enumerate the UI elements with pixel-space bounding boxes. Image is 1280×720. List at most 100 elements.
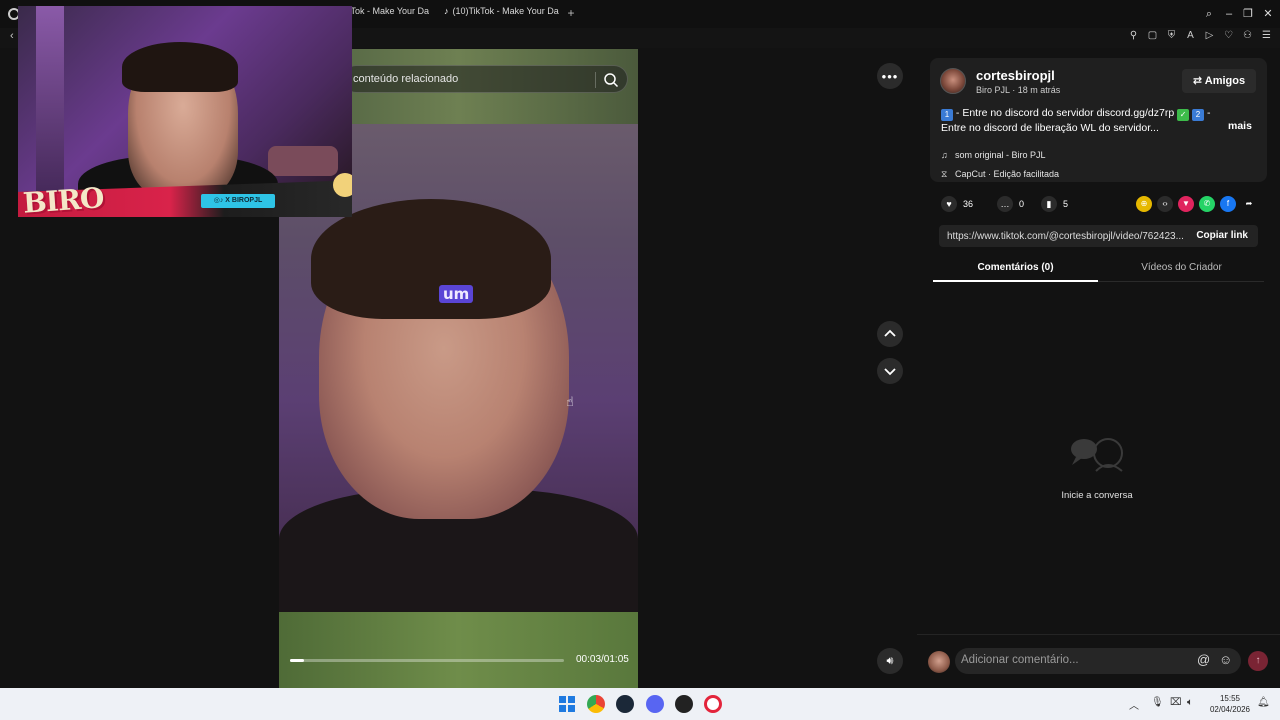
video-link[interactable]: https://www.tiktok.com/@cortesbiropjl/vi… — [947, 231, 1187, 242]
check-mark-icon: ✓ — [1177, 109, 1190, 121]
minimize-icon[interactable]: – — [1221, 6, 1237, 22]
capcut-icon: ⧖ — [941, 169, 948, 179]
comment-icon: … — [997, 196, 1013, 212]
like-action[interactable]: ♥ 36 — [941, 196, 973, 212]
clock[interactable]: 15:55 02/04/2026 — [1205, 693, 1255, 715]
tab-comments[interactable]: Comentários (0) — [933, 262, 1098, 273]
microphone-icon[interactable]: 🎙︎ — [1151, 697, 1164, 708]
video-caption: um — [439, 285, 474, 303]
account-icon[interactable]: ⚇ — [1242, 30, 1253, 41]
bookmark-icon: ▮ — [1041, 196, 1057, 212]
video-progress-bar[interactable] — [290, 659, 564, 662]
windows-start-icon[interactable] — [558, 695, 576, 713]
volume-button[interactable]: 🔊︎ — [877, 648, 903, 674]
tab-creator-videos[interactable]: Vídeos do Criador — [1099, 262, 1264, 273]
webcam-hair — [122, 42, 238, 92]
music-icon: ♫ — [941, 150, 948, 160]
avatar[interactable] — [940, 68, 966, 94]
comment-action[interactable]: … 0 — [997, 196, 1024, 212]
post-description: 1 - Entre no discord do servidor discord… — [941, 106, 1217, 136]
previous-video-button[interactable] — [877, 321, 903, 347]
user-avatar — [928, 651, 950, 673]
clock-date: 02/04/2026 — [1209, 705, 1251, 714]
notification-icon[interactable]: 🔔︎ — [1257, 697, 1270, 708]
empty-state-text: Inicie a conversa — [1061, 490, 1133, 501]
windows-taskbar: ︿ 🎙︎ ⌧ 🔈︎ 15:55 02/04/2026 🔔︎ — [0, 688, 1280, 720]
video-progress-fill — [290, 659, 304, 662]
emoji-icon[interactable]: ☺ — [1219, 652, 1232, 667]
search-bar[interactable]: conteúdo relacionado — [342, 65, 628, 93]
post-age: 18 m atrás — [1017, 85, 1061, 95]
browser-tab-2[interactable]: ♪ (10)TikTok - Make Your Da — [444, 6, 564, 24]
username[interactable]: cortesbiropjl — [976, 68, 1055, 83]
facebook-icon[interactable]: f — [1220, 196, 1236, 212]
save-action[interactable]: ▮ 5 — [1041, 196, 1068, 212]
steam-icon[interactable] — [616, 695, 634, 713]
comment-input[interactable]: Adicionar comentário... @ ☺ — [955, 648, 1241, 674]
tiktok-tab-icon: ♪ — [444, 6, 449, 16]
webcam-overlay: BIRO ◎♪ X BIROPJL — [18, 6, 352, 217]
music-label: som original - Biro PJL — [955, 150, 1046, 160]
browser-tab-1[interactable]: kTok - Make Your Da — [346, 6, 430, 24]
search-tabs-icon[interactable]: ⌕ — [1201, 6, 1217, 22]
share-arrow-icon[interactable]: ➦ — [1241, 196, 1257, 212]
capcut-label: CapCut · Edição facilitada — [955, 169, 1060, 179]
author-name[interactable]: Biro PJL — [976, 85, 1010, 95]
opera-taskbar-icon[interactable] — [704, 695, 722, 713]
chrome-icon[interactable] — [587, 695, 605, 713]
whatsapp-icon[interactable]: ✆ — [1199, 196, 1215, 212]
obs-icon[interactable] — [675, 695, 693, 713]
tray-chevron-icon[interactable]: ︿ — [1129, 697, 1139, 712]
send-icon[interactable]: ↑ — [1248, 651, 1268, 671]
comment-count: 0 — [1019, 199, 1025, 209]
copy-link-button[interactable]: Copiar link — [1196, 230, 1248, 241]
active-tab-indicator — [933, 280, 1098, 282]
translate-icon[interactable]: A — [1185, 30, 1196, 41]
action-row: ♥ 36 … 0 ▮ 5 ⊕ ‹› ▼ ✆ f ➦ — [941, 196, 1271, 212]
at-icon[interactable]: @ — [1197, 652, 1210, 667]
webcam-props — [268, 146, 338, 176]
browser-toolbar: ⚲ ▢ ⛨ A ▷ ♡ ⚇ ☰ — [1128, 30, 1272, 44]
discord-icon[interactable] — [646, 695, 664, 713]
play-icon[interactable]: ▷ — [1204, 30, 1215, 41]
pin-icon[interactable]: ⚲ — [1128, 30, 1139, 41]
close-window-icon[interactable]: ✕ — [1260, 6, 1276, 22]
next-video-button[interactable] — [877, 358, 903, 384]
more-options-button[interactable]: ••• — [877, 63, 903, 89]
comment-placeholder: Adicionar comentário... — [961, 654, 1079, 666]
friends-button[interactable]: ⇄ Amigos — [1182, 69, 1256, 93]
clock-time: 15:55 — [1219, 694, 1241, 703]
heart-bookmark-icon[interactable]: ♡ — [1223, 30, 1234, 41]
shield-icon[interactable]: ⛨ — [1166, 30, 1177, 41]
search-divider — [595, 72, 596, 88]
hand-cursor-icon: ☝ — [566, 394, 574, 409]
send-to-friends-icon[interactable]: ▼ — [1178, 196, 1194, 212]
heart-icon: ♥ — [941, 196, 957, 212]
music-row[interactable]: ♫ som original - Biro PJL — [941, 150, 1046, 160]
new-tab-button[interactable]: + — [564, 6, 578, 20]
search-icon[interactable] — [602, 71, 620, 89]
keycap-2-icon: 2 — [1192, 109, 1205, 121]
speaker-icon[interactable]: 🔈︎ — [1187, 697, 1193, 708]
reach-icon[interactable]: ⊕ — [1136, 196, 1152, 212]
screen: kTok - Make Your Da ♪ (10)TikTok - Make Y… — [0, 0, 1280, 720]
social-handle-tag: ◎♪ X BIROPJL — [201, 194, 275, 208]
capcut-row[interactable]: ⧖ CapCut · Edição facilitada — [941, 169, 1059, 180]
like-count: 36 — [963, 199, 974, 209]
panel-tabs: Comentários (0) Vídeos do Criador — [933, 258, 1264, 282]
embed-icon[interactable]: ‹› — [1157, 196, 1173, 212]
back-icon[interactable]: ‹ — [10, 30, 14, 42]
network-icon[interactable]: ⌧ — [1170, 697, 1182, 708]
search-input[interactable]: conteúdo relacionado — [353, 73, 458, 85]
menu-icon[interactable]: ☰ — [1261, 30, 1272, 41]
save-count: 5 — [1063, 199, 1069, 209]
keycap-1-icon: 1 — [941, 109, 953, 121]
link-box: https://www.tiktok.com/@cortesbiropjl/vi… — [939, 225, 1258, 247]
conversation-icon — [1071, 438, 1123, 472]
snapshot-icon[interactable]: ▢ — [1147, 30, 1158, 41]
video-time: 00:03/01:05 — [576, 654, 629, 665]
description-part-1: - Entre no discord do servidor discord.g… — [953, 107, 1178, 119]
more-link[interactable]: mais — [1228, 120, 1252, 132]
comment-bar: Adicionar comentário... @ ☺ ↑ — [917, 634, 1280, 688]
restore-icon[interactable]: ❐ — [1240, 6, 1256, 22]
